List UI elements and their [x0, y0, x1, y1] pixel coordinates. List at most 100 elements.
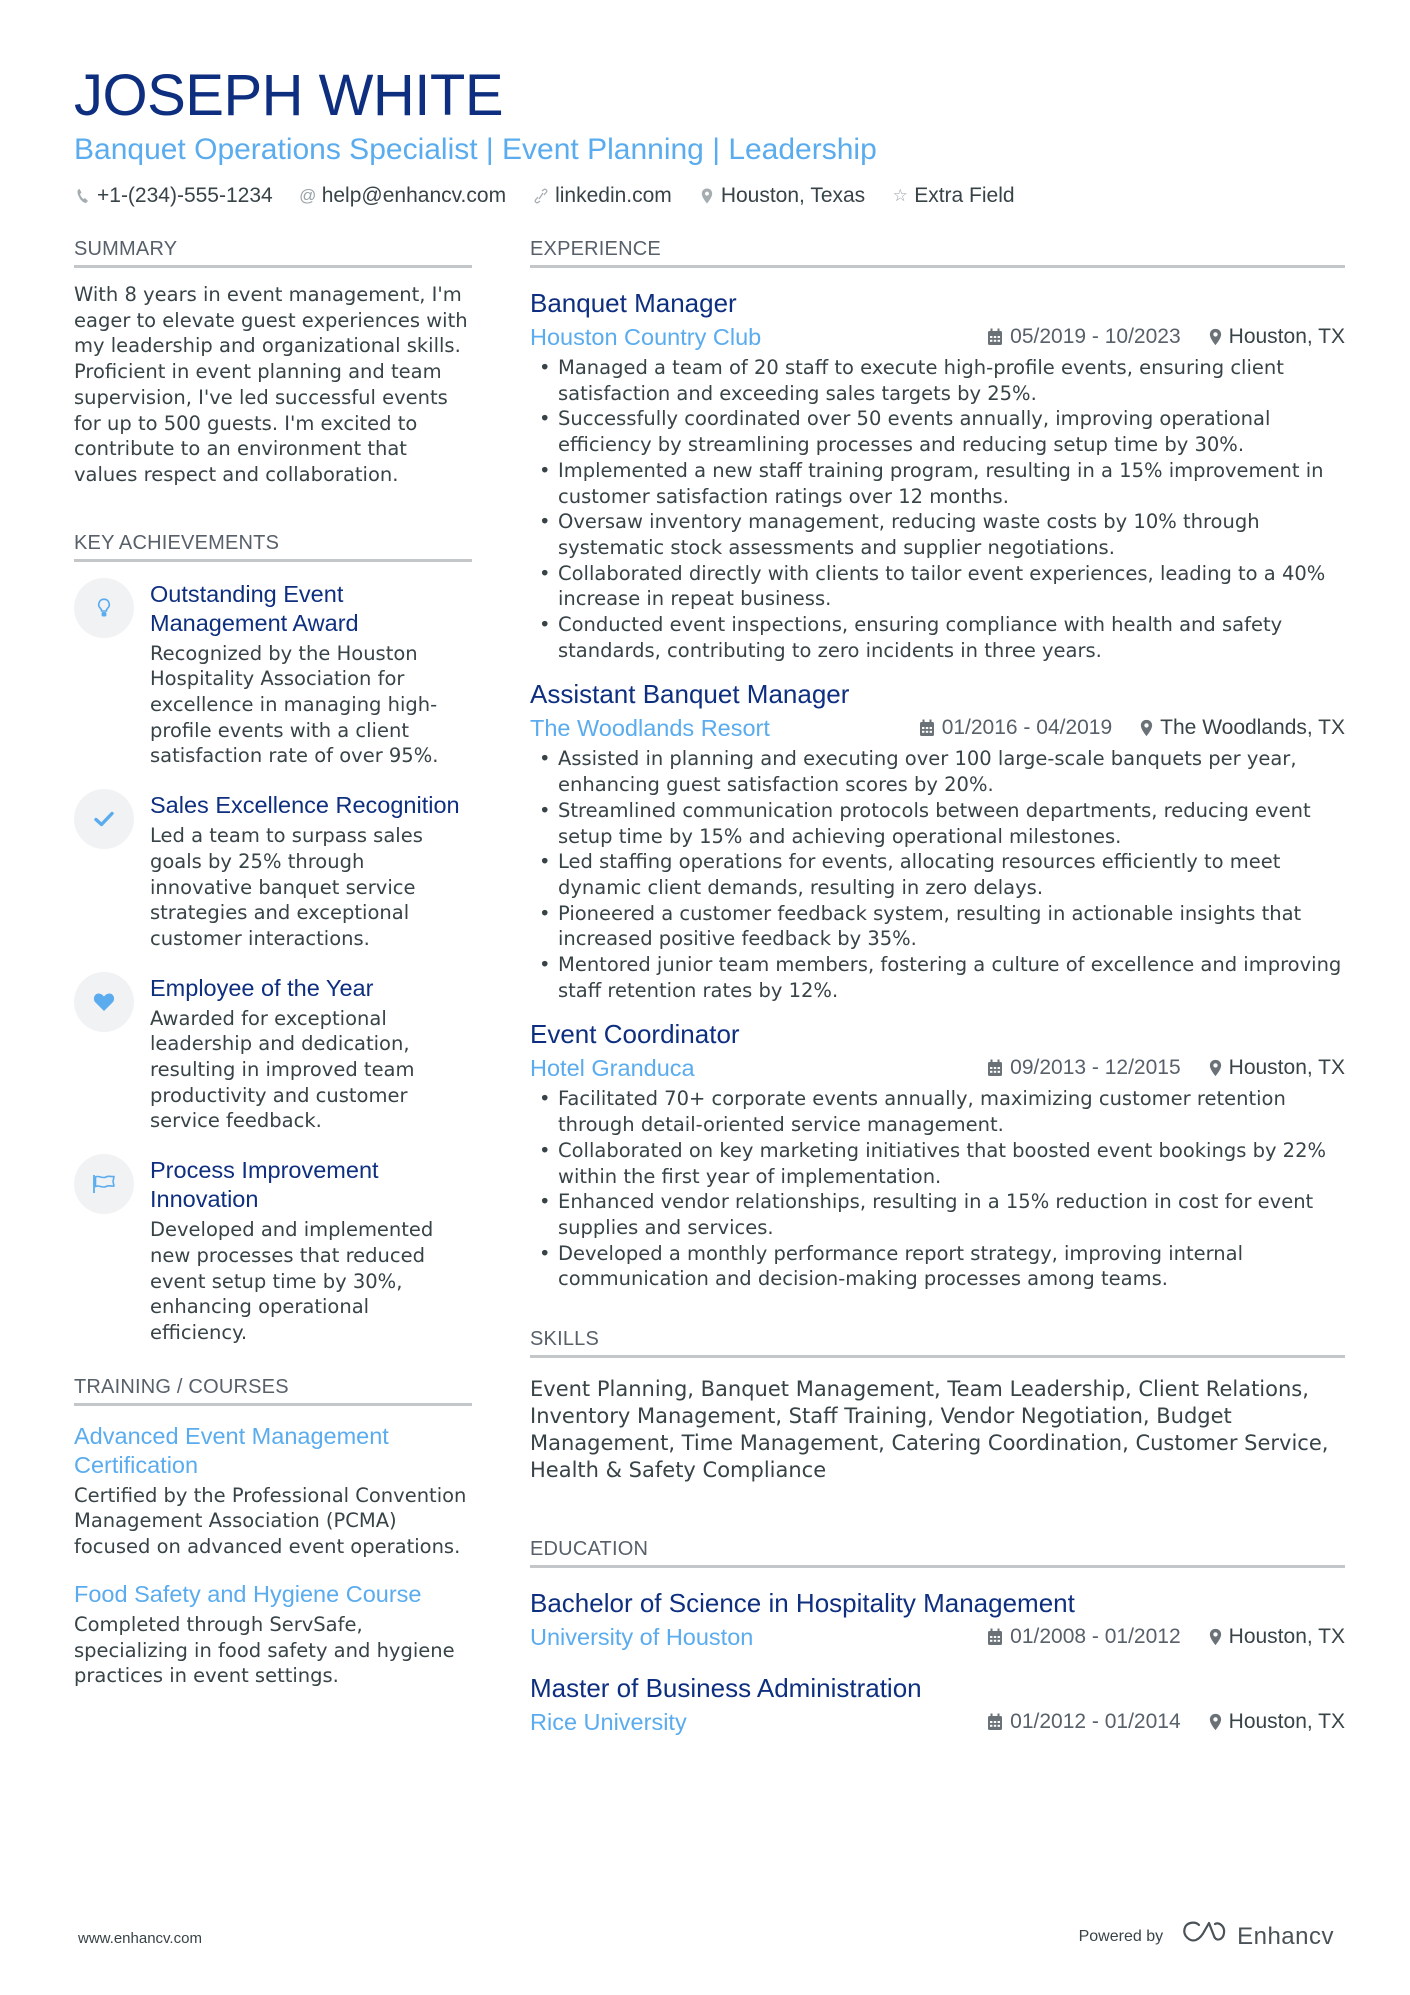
left-column: SUMMARY With 8 years in event management… — [74, 238, 472, 1709]
location-pin-icon — [1140, 719, 1153, 737]
achievement-title: Sales Excellence Recognition — [150, 792, 460, 819]
contact-location: Houston, Texas — [698, 184, 865, 208]
brand-logo[interactable]: Enhancv — [1181, 1920, 1334, 1953]
contact-email-text: help@enhancv.com — [321, 184, 507, 207]
course-text: Completed through ServSafe, specializing… — [74, 1612, 455, 1688]
contact-extra: ☆ Extra Field — [891, 184, 1015, 208]
job-entry: Banquet Manager Houston Country Club 05/… — [530, 286, 1345, 663]
right-column: EXPERIENCE Banquet Manager Houston Count… — [530, 238, 1345, 1756]
location-pin-icon — [1209, 1713, 1222, 1731]
course-title: Advanced Event Management Certification — [74, 1422, 389, 1478]
skills-section: SKILLS Event Planning, Banquet Managemen… — [530, 1328, 1345, 1484]
bullet-item: Successfully coordinated over 50 events … — [530, 406, 1345, 457]
bullet-item: Assisted in planning and executing over … — [530, 746, 1345, 797]
contact-linkedin[interactable]: linkedin.com — [532, 184, 672, 208]
contact-linkedin-text: linkedin.com — [555, 184, 672, 207]
location-pin-icon — [1209, 328, 1222, 346]
job-bullets: Facilitated 70+ corporate events annuall… — [530, 1086, 1345, 1292]
achievements-section: KEY ACHIEVEMENTS Outstanding Event Manag… — [74, 532, 472, 1346]
summary-text: With 8 years in event management, I'm ea… — [74, 283, 468, 486]
contact-row: +1-(234)-555-1234 @ help@enhancv.com lin… — [74, 184, 1354, 208]
link-icon — [532, 188, 550, 204]
education-meta: University of Houston 01/2008 - 01/2012 … — [530, 1621, 1345, 1653]
candidate-name: JOSEPH WHITE — [74, 63, 504, 128]
school-name: Rice University — [530, 1709, 687, 1736]
achievement-item: Outstanding Event Management Award Recog… — [74, 577, 472, 770]
job-location: Houston, TX — [1209, 325, 1345, 349]
bullet-item: Pioneered a customer feedback system, re… — [530, 901, 1345, 952]
achievement-title: Process Improvement Innovation — [150, 1157, 379, 1213]
course-title: Food Safety and Hygiene Course — [74, 1580, 422, 1607]
summary-section: SUMMARY With 8 years in event management… — [74, 238, 472, 488]
education-dates: 01/2008 - 01/2012 — [987, 1625, 1181, 1649]
achievements-heading: KEY ACHIEVEMENTS — [74, 532, 472, 562]
education-dates: 01/2012 - 01/2014 — [987, 1710, 1181, 1734]
footer-branding: Powered by Enhancv — [1079, 1920, 1334, 1953]
bullet-item: Mentored junior team members, fostering … — [530, 952, 1345, 1003]
achievement-title: Outstanding Event Management Award — [150, 580, 359, 636]
achievement-title: Employee of the Year — [150, 974, 374, 1001]
job-dates: 01/2016 - 04/2019 — [919, 716, 1112, 740]
job-title: Assistant Banquet Manager — [530, 679, 850, 710]
job-entry: Assistant Banquet Manager The Woodlands … — [530, 677, 1345, 1003]
training-heading: TRAINING / COURSES — [74, 1376, 472, 1406]
job-meta: The Woodlands Resort 01/2016 - 04/2019 T… — [530, 712, 1345, 744]
contact-email[interactable]: @ help@enhancv.com — [299, 184, 506, 208]
calendar-icon — [987, 1059, 1003, 1077]
job-company: The Woodlands Resort — [530, 715, 770, 742]
bullet-item: Enhanced vendor relationships, resulting… — [530, 1189, 1345, 1240]
enhancv-logo-icon — [1181, 1920, 1227, 1953]
education-location: Houston, TX — [1209, 1625, 1345, 1649]
bullet-item: Facilitated 70+ corporate events annuall… — [530, 1086, 1345, 1137]
bullet-item: Oversaw inventory management, reducing w… — [530, 509, 1345, 560]
degree-title: Bachelor of Science in Hospitality Manag… — [530, 1588, 1075, 1619]
course-item: Advanced Event Management Certification … — [74, 1422, 472, 1560]
job-meta: Houston Country Club 05/2019 - 10/2023 H… — [530, 321, 1345, 353]
footer-website[interactable]: www.enhancv.com — [78, 1930, 202, 1947]
achievement-text: Recognized by the Houston Hospitality As… — [150, 641, 439, 768]
achievement-item: Employee of the Year Awarded for excepti… — [74, 971, 472, 1135]
bullet-item: Collaborated directly with clients to ta… — [530, 561, 1345, 612]
lightbulb-icon — [74, 577, 134, 638]
job-bullets: Assisted in planning and executing over … — [530, 746, 1345, 1003]
location-pin-icon — [1209, 1059, 1222, 1077]
contact-phone[interactable]: +1-(234)-555-1234 — [74, 184, 273, 208]
bullet-item: Developed a monthly performance report s… — [530, 1241, 1345, 1292]
contact-location-text: Houston, Texas — [720, 184, 866, 207]
calendar-icon — [987, 328, 1003, 346]
job-location: The Woodlands, TX — [1140, 716, 1345, 740]
calendar-icon — [987, 1628, 1003, 1646]
course-item: Food Safety and Hygiene Course Completed… — [74, 1580, 472, 1689]
contact-extra-text: Extra Field — [914, 184, 1015, 207]
education-heading: EDUCATION — [530, 1538, 1345, 1569]
training-section: TRAINING / COURSES Advanced Event Manage… — [74, 1376, 472, 1689]
experience-section: EXPERIENCE Banquet Manager Houston Count… — [530, 238, 1345, 1292]
resume-header: JOSEPH WHITE Banquet Operations Speciali… — [74, 62, 1354, 208]
job-company: Hotel Granduca — [530, 1055, 695, 1082]
job-entry: Event Coordinator Hotel Granduca 09/2013… — [530, 1017, 1345, 1292]
education-entry: Master of Business Administration Rice U… — [530, 1671, 1345, 1738]
calendar-icon — [987, 1713, 1003, 1731]
job-company: Houston Country Club — [530, 324, 762, 350]
bullet-item: Conducted event inspections, ensuring co… — [530, 612, 1345, 663]
course-text: Certified by the Professional Convention… — [74, 1483, 467, 1559]
at-icon: @ — [299, 186, 317, 205]
bullet-item: Streamlined communication protocols betw… — [530, 798, 1345, 849]
phone-icon — [74, 188, 92, 204]
brand-name: Enhancv — [1237, 1922, 1334, 1950]
location-icon — [698, 188, 716, 204]
education-location: Houston, TX — [1209, 1710, 1345, 1734]
bullet-item: Collaborated on key marketing initiative… — [530, 1138, 1345, 1189]
achievement-item: Sales Excellence Recognition Led a team … — [74, 789, 472, 952]
education-meta: Rice University 01/2012 - 01/2014 Housto… — [530, 1706, 1345, 1738]
skills-text: Event Planning, Banquet Management, Team… — [530, 1377, 1329, 1483]
degree-title: Master of Business Administration — [530, 1673, 922, 1704]
achievement-item: Process Improvement Innovation Developed… — [74, 1154, 472, 1346]
job-title: Event Coordinator — [530, 1019, 740, 1050]
heart-icon — [74, 971, 134, 1032]
achievement-text: Developed and implemented new processes … — [150, 1218, 434, 1344]
job-meta: Hotel Granduca 09/2013 - 12/2015 Houston… — [530, 1052, 1345, 1084]
school-name: University of Houston — [530, 1624, 754, 1651]
bullet-item: Led staffing operations for events, allo… — [530, 849, 1345, 900]
checkmark-icon — [74, 789, 134, 850]
